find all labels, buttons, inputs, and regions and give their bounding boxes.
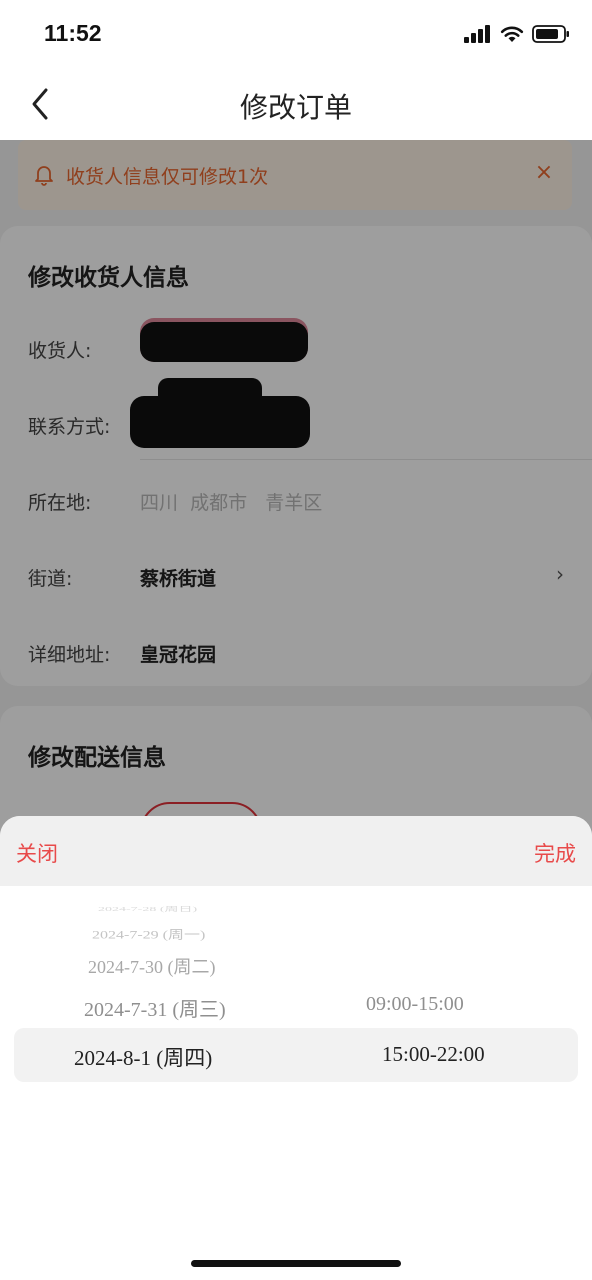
sheet-header: 关闭 完成 xyxy=(0,816,592,886)
signal-icon xyxy=(464,25,490,43)
battery-icon xyxy=(532,25,569,43)
page-title: 修改订单 xyxy=(239,91,352,124)
date-option-selected[interactable]: 2024-8-1 (周四) xyxy=(74,1042,212,1072)
time-option-selected[interactable]: 15:00-22:00 xyxy=(382,1042,485,1067)
status-bar: 11:52 xyxy=(0,0,592,70)
date-option[interactable]: 2024-7-30 (周二) xyxy=(88,953,215,979)
date-option[interactable]: 2024-7-29 (周一) xyxy=(92,924,205,942)
time-option[interactable]: 09:00-15:00 xyxy=(366,993,464,1016)
date-option[interactable]: 2024-7-31 (周三) xyxy=(84,993,226,1022)
done-button[interactable]: 完成 xyxy=(534,838,576,868)
status-icons xyxy=(464,24,570,44)
date-option[interactable]: 2024-7-28 (周日) xyxy=(98,904,197,913)
close-button[interactable]: 关闭 xyxy=(16,838,58,868)
wifi-icon xyxy=(500,26,524,42)
nav-bar: 修改订单 xyxy=(0,70,592,140)
status-time: 11:52 xyxy=(44,20,102,46)
date-time-picker-sheet: 关闭 完成 2024-7-28 (周日) 2024-7-29 (周一) 2024… xyxy=(0,816,592,1280)
home-indicator xyxy=(191,1260,401,1267)
